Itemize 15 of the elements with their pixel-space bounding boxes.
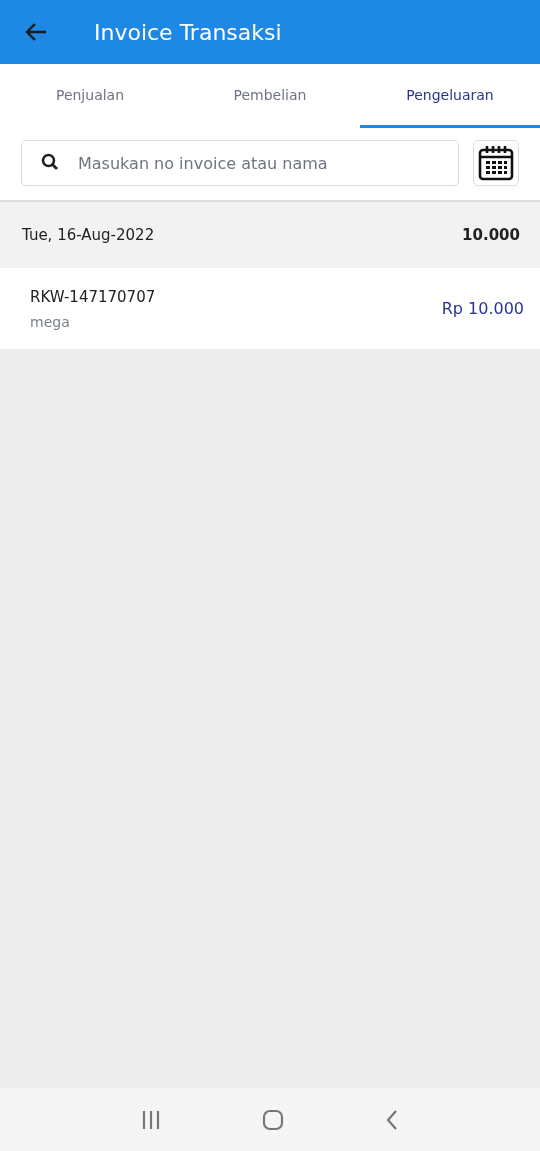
recent-apps-icon[interactable] — [140, 1109, 161, 1130]
screen-title: Invoice Transaksi — [94, 19, 282, 45]
customer-name: mega — [30, 313, 71, 330]
calendar-icon — [477, 144, 515, 182]
search-field[interactable]: Masukan no invoice atau nama — [21, 140, 459, 186]
search-icon — [41, 153, 59, 171]
back-arrow-icon[interactable] — [24, 22, 48, 42]
invoice-number: RKW-147170707 — [30, 287, 156, 306]
invoice-amount: Rp 10.000 — [441, 299, 524, 318]
calendar-button[interactable] — [473, 140, 519, 186]
invoice-row[interactable]: RKW-147170707 mega Rp 10.000 — [0, 268, 540, 349]
back-icon[interactable] — [385, 1108, 400, 1131]
date-label: Tue, 16-Aug-2022 — [22, 226, 155, 244]
date-total: 10.000 — [462, 226, 520, 244]
home-icon[interactable] — [262, 1108, 284, 1131]
